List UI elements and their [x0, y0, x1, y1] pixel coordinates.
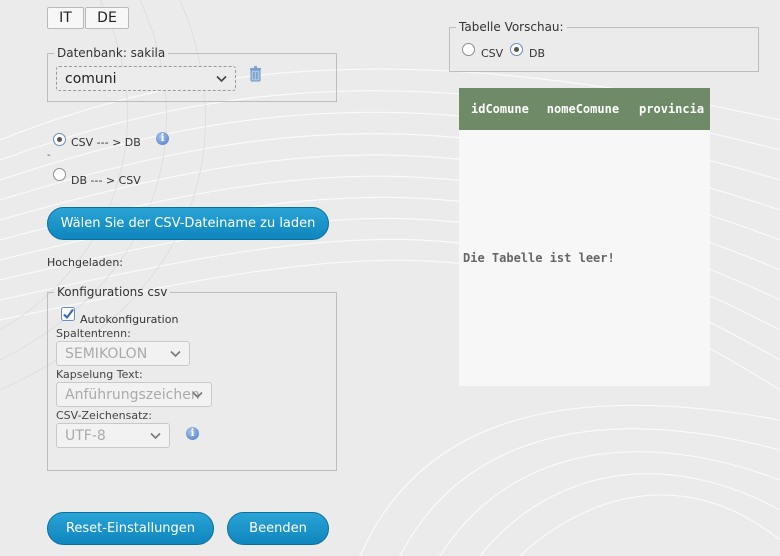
charset-select[interactable]: UTF-8 — [56, 423, 170, 448]
info-icon[interactable]: i — [186, 427, 199, 440]
quote-select[interactable]: Anführungszeichen — [56, 382, 212, 407]
autoconfig-label: Autokonfiguration — [80, 313, 179, 326]
radio-db-to-csv[interactable] — [53, 168, 66, 181]
separator-select-value: SEMIKOLON — [65, 345, 148, 362]
chevron-down-icon — [216, 75, 227, 82]
lang-button-it[interactable]: IT — [47, 7, 84, 29]
quote-field-label: Kapselung Text: — [56, 368, 143, 381]
table-header-row: idComune nomeComune provincia — [459, 88, 710, 130]
reset-settings-button[interactable]: Reset-Einstallungen — [47, 512, 214, 545]
csv-to-db-label: CSV --- > DB — [71, 136, 141, 149]
choose-csv-file-button[interactable]: Wälen Sie der CSV-Dateiname zu laden — [47, 207, 329, 240]
preview-table: idComune nomeComune provincia Die Tabell… — [459, 88, 710, 386]
separator-select[interactable]: SEMIKOLON — [56, 341, 190, 366]
database-legend: Datenbank: sakila — [57, 46, 166, 60]
preview-box: Tabelle Vorschau: — [449, 20, 759, 72]
finish-button[interactable]: Beenden — [227, 512, 329, 545]
table-header-cell: idComune — [471, 102, 529, 116]
preview-db-label: DB — [529, 47, 546, 60]
info-icon[interactable]: i — [156, 132, 169, 145]
quote-select-value: Anführungszeichen — [65, 386, 200, 403]
separator-field-label: Spaltentrenn: — [56, 327, 131, 340]
preview-legend: Tabelle Vorschau: — [459, 20, 564, 34]
chevron-down-icon — [150, 432, 161, 439]
separator-dash: - — [47, 150, 51, 161]
charset-field-label: CSV-Zeichensatz: — [56, 409, 152, 422]
chevron-down-icon — [192, 391, 203, 398]
table-select[interactable]: comuni — [56, 66, 236, 91]
autoconfig-checkbox[interactable] — [61, 307, 76, 322]
lang-button-de[interactable]: DE — [85, 7, 129, 29]
preview-csv-label: CSV — [481, 47, 504, 60]
preview-radio-db[interactable] — [510, 43, 523, 56]
table-header-cell: provincia — [639, 102, 705, 116]
table-select-value: comuni — [65, 70, 117, 87]
uploaded-label: Hochgeladen: — [47, 256, 123, 269]
preview-radio-csv[interactable] — [462, 43, 475, 56]
trash-icon[interactable] — [249, 66, 262, 82]
charset-select-value: UTF-8 — [65, 427, 106, 444]
db-to-csv-label: DB --- > CSV — [71, 174, 141, 187]
radio-csv-to-db[interactable] — [53, 133, 66, 146]
chevron-down-icon — [170, 350, 181, 357]
config-legend: Konfigurations csv — [57, 285, 168, 299]
empty-table-message: Die Tabelle ist leer! — [463, 251, 615, 265]
table-header-cell: nomeComune — [546, 102, 620, 116]
